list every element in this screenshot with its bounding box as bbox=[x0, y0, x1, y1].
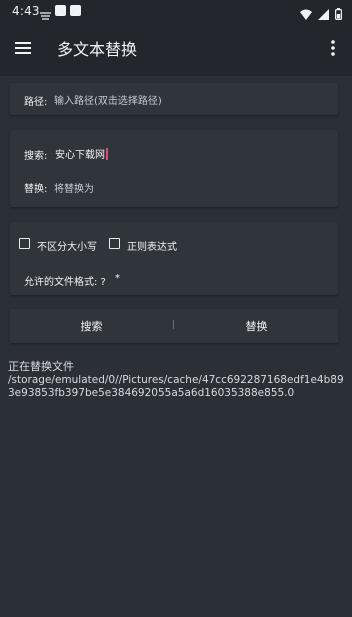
search-button[interactable]: 搜索 bbox=[10, 309, 173, 343]
search-input[interactable]: 安心下载网 bbox=[55, 146, 108, 161]
button-divider bbox=[173, 320, 174, 329]
allowed-formats-input[interactable]: * bbox=[115, 273, 120, 284]
search-label: 搜索: bbox=[24, 151, 48, 162]
action-buttons: 搜索 替换 bbox=[10, 309, 338, 343]
path-input[interactable]: 输入路径(双击选择路径) bbox=[54, 92, 162, 107]
app-title: 多文本替换 bbox=[57, 40, 138, 59]
app-notification-icon-2 bbox=[70, 5, 81, 16]
case-insensitive-checkbox[interactable] bbox=[19, 238, 30, 249]
status-bar: 4:43 bbox=[0, 0, 352, 24]
search-replace-card: 搜索: 安心下载网 替换: 将替换为 bbox=[10, 130, 338, 207]
current-file-path: /storage/emulated/0//Pictures/cache/47cc… bbox=[8, 374, 344, 399]
notification-icon bbox=[40, 6, 51, 20]
battery-icon bbox=[335, 5, 343, 24]
status-time: 4:43 bbox=[12, 4, 40, 18]
app-notification-icon bbox=[55, 5, 66, 16]
case-insensitive-label: 不区分大小写 bbox=[37, 242, 97, 253]
search-input-value: 安心下载网 bbox=[55, 150, 105, 161]
path-card: 路径: 输入路径(双击选择路径) bbox=[10, 83, 338, 115]
status-system-icons bbox=[300, 5, 343, 24]
replace-input[interactable]: 将替换为 bbox=[54, 180, 94, 195]
menu-icon[interactable] bbox=[14, 40, 32, 56]
wifi-icon bbox=[300, 5, 312, 24]
more-vert-icon[interactable] bbox=[330, 39, 336, 57]
replace-button[interactable]: 替换 bbox=[175, 309, 338, 343]
signal-icon bbox=[318, 5, 329, 24]
path-label: 路径: bbox=[24, 97, 48, 108]
text-cursor bbox=[106, 148, 108, 160]
replace-label: 替换: bbox=[24, 184, 48, 195]
regex-checkbox[interactable] bbox=[109, 238, 120, 249]
status-text: 正在替换文件 bbox=[8, 360, 74, 373]
regex-label: 正则表达式 bbox=[127, 242, 177, 253]
app-bar: 多文本替换 bbox=[0, 24, 352, 76]
options-card: 不区分大小写 正则表达式 允许的文件格式: ? * bbox=[10, 222, 338, 295]
allowed-formats-label: 允许的文件格式: ? bbox=[24, 277, 106, 288]
status-notifications bbox=[40, 5, 81, 20]
